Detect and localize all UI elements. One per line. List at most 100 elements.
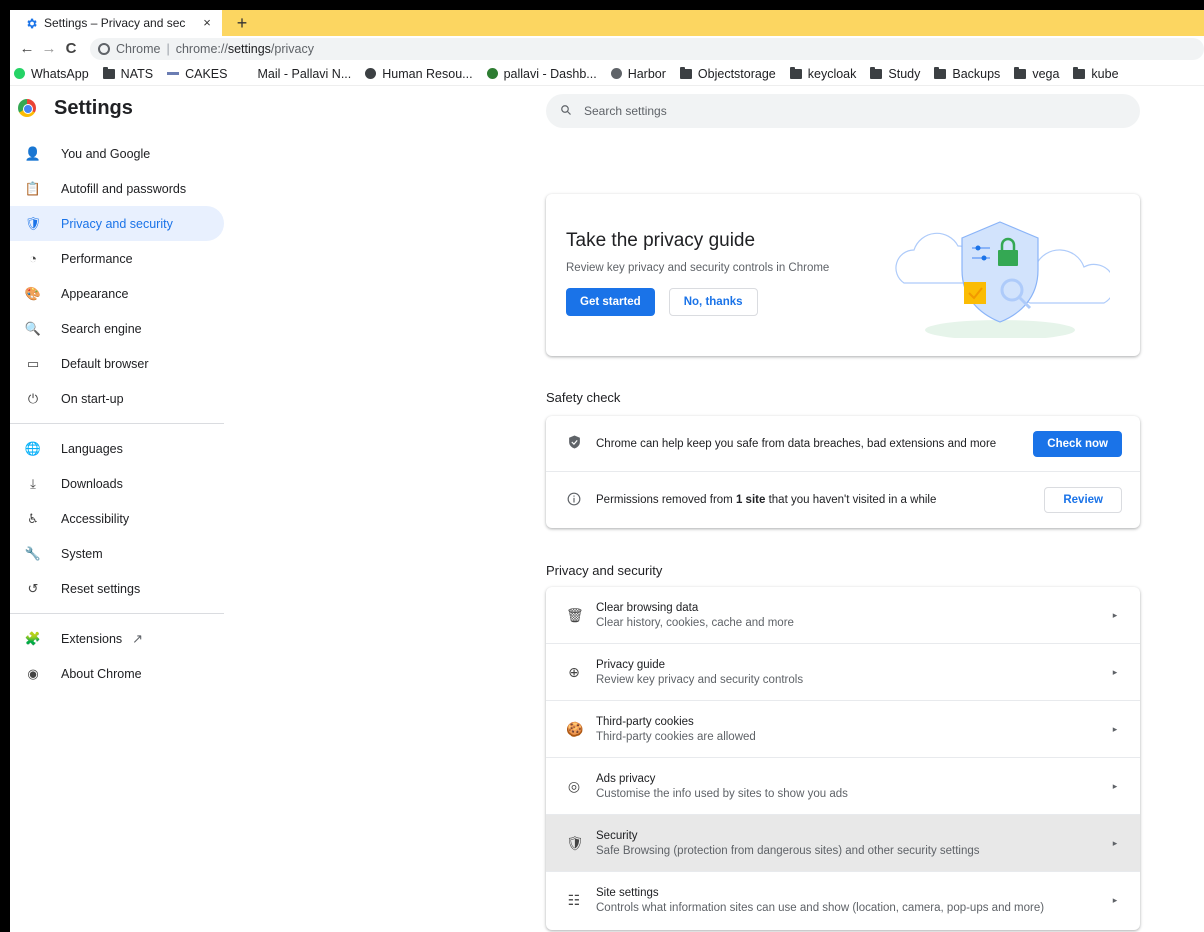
search-input[interactable]: Search settings [546, 94, 1140, 128]
bookmark-1[interactable]: NATS [102, 66, 153, 81]
privacy-item-subtitle: Review key privacy and security controls [596, 673, 804, 686]
bookmark-4[interactable]: Human Resou... [365, 67, 473, 81]
privacy-item-site-settings[interactable]: ☷ Site settings Controls what information … [546, 872, 1140, 929]
new-tab-button[interactable]: + [232, 13, 252, 33]
sidebar-divider [10, 423, 224, 424]
privacy-item-title: Security [596, 829, 638, 842]
settings-main: Search settings Take the privacy guide R… [546, 86, 1140, 930]
shield-check-icon [566, 435, 582, 452]
permissions-row: Permissions removed from 1 site that you… [546, 472, 1140, 528]
close-icon[interactable]: × [200, 16, 214, 30]
privacy-item-title: Third-party cookies [596, 715, 694, 728]
download-icon: ⤓ [30, 475, 36, 491]
back-button[interactable]: ← [16, 38, 38, 60]
chevron-right-icon: ▸ [1112, 723, 1118, 734]
sidebar-item-reset-settings[interactable]: ↺ Reset settings [10, 571, 224, 606]
forward-button[interactable]: → [38, 38, 60, 60]
privacy-item-title: Site settings [596, 887, 659, 899]
bookmark-5[interactable]: pallavi - Dashb... [486, 67, 597, 81]
privacy-item-subtitle: Third-party cookies are allowed [596, 730, 756, 743]
tab-strip: Settings – Privacy and sec × + [10, 10, 1204, 36]
folder-icon [934, 66, 947, 79]
no-thanks-button[interactable]: No, thanks [668, 288, 758, 316]
site-info-chip[interactable]: Chrome [98, 42, 160, 56]
info-icon [566, 492, 582, 509]
privacy-item-third-party-cookies[interactable]: 🍪 Third-party cookies Third-party cookies … [546, 701, 1140, 758]
sidebar-item-label: Autofill and passwords [61, 181, 187, 196]
bookmark-9[interactable]: Study [870, 66, 920, 81]
sidebar-item-label: Languages [61, 441, 123, 456]
bookmark-12[interactable]: kube [1073, 66, 1119, 81]
browser-icon: ▭ [26, 355, 40, 371]
sidebar-item-label: Reset settings [61, 581, 141, 596]
sidebar-item-label: About Chrome [61, 666, 142, 681]
sidebar-item-label: You and Google [61, 146, 151, 161]
sidebar-item-performance[interactable]: ◔ Performance [10, 241, 224, 276]
folder-icon [1073, 66, 1086, 79]
sidebar-item-search-engine[interactable]: 🔍 Search engine [10, 311, 224, 346]
sidebar-item-you-and-google[interactable]: 👤 You and Google [10, 136, 224, 171]
sidebar-nav: 👤 You and Google 📋 Autofill and passwords 🛡 P… [10, 136, 224, 691]
chrome-logo-icon [18, 99, 36, 117]
sidebar-divider [10, 613, 224, 614]
sidebar-item-label: Appearance [61, 286, 129, 301]
sidebar-item-extensions[interactable]: 🧩 Extensions ↗ [10, 621, 224, 656]
sidebar-item-system[interactable]: 🔧 System [10, 536, 224, 571]
bookmark-7[interactable]: Objectstorage [679, 66, 776, 81]
cookie-icon: 🍪 [566, 720, 584, 737]
search-icon: 🔍 [24, 320, 42, 336]
bookmark-0[interactable]: WhatsApp [14, 67, 89, 81]
sidebar-item-downloads[interactable]: ⤓ Downloads [10, 466, 224, 501]
sidebar-item-accessibility[interactable]: ♿ Accessibility [10, 501, 224, 536]
harbor-icon [610, 68, 622, 79]
folder-icon [789, 66, 802, 79]
chevron-right-icon: ▸ [1112, 609, 1118, 620]
address-bar[interactable]: Chrome | chrome://settings/privacy [90, 38, 1204, 60]
folder-icon [1014, 66, 1027, 79]
sidebar-item-default-browser[interactable]: ▭ Default browser [10, 346, 224, 381]
privacy-item-privacy-guide[interactable]: ⊕ Privacy guide Review key privacy and sec… [546, 644, 1140, 701]
shield-icon: 🛡 [566, 834, 584, 851]
reset-icon: ↺ [27, 580, 39, 596]
safety-check-text: Chrome can help keep you safe from data … [596, 437, 997, 450]
browser-window: Settings – Privacy and sec × + ← → C Chr… [10, 10, 1204, 932]
tab-settings[interactable]: Settings – Privacy and sec × [10, 10, 222, 36]
sidebar-item-on-start-up[interactable]: ⏻ On start-up [10, 381, 224, 416]
search-placeholder: Search settings [584, 104, 667, 118]
sidebar-item-label: Extensions [61, 631, 123, 646]
privacy-item-subtitle: Safe Browsing (protection from dangerous… [596, 844, 980, 857]
sidebar-item-appearance[interactable]: 🎨 Appearance [10, 276, 224, 311]
compass-icon: ⊕ [568, 663, 580, 680]
bookmark-6[interactable]: Harbor [610, 67, 666, 81]
reload-button[interactable]: C [60, 38, 82, 60]
sidebar-item-languages[interactable]: 🌐 Languages [10, 431, 224, 466]
review-button[interactable]: Review [1044, 487, 1122, 513]
bookmark-8[interactable]: keycloak [789, 66, 856, 81]
privacy-item-subtitle: Clear history, cookies, cache and more [596, 616, 794, 629]
privacy-item-security[interactable]: 🛡 Security Safe Browsing (protection from … [546, 815, 1140, 872]
bookmark-2[interactable]: CAKES [167, 67, 227, 81]
bookmark-3[interactable]: Mail - Pallavi N... [257, 67, 351, 81]
get-started-button[interactable]: Get started [566, 288, 655, 316]
chrome-icon: ◉ [27, 665, 39, 681]
chevron-right-icon: ▸ [1112, 895, 1118, 905]
bookmark-11[interactable]: vega [1014, 66, 1059, 81]
sidebar-item-label: System [61, 546, 103, 561]
sidebar-item-label: Search engine [61, 321, 142, 336]
sidebar-item-about-chrome[interactable]: ◉ About Chrome [10, 656, 224, 691]
puzzle-icon: 🧩 [24, 630, 42, 646]
sidebar-item-label: Accessibility [61, 511, 130, 526]
bookmark-10[interactable]: Backups [934, 66, 1000, 81]
settings-sidebar: Settings 👤 You and Google 📋 Autofill and pa… [10, 86, 224, 932]
sidebar-item-autofill-and-passwords[interactable]: 📋 Autofill and passwords [10, 171, 224, 206]
privacy-guide-illustration-icon [895, 221, 1110, 338]
folder-icon [679, 66, 692, 79]
check-now-button[interactable]: Check now [1033, 430, 1122, 457]
privacy-item-clear-browsing-data[interactable]: 🗑 Clear browsing data Clear history, cooki… [546, 587, 1140, 644]
permissions-text: Permissions removed from 1 site that you… [596, 494, 937, 506]
privacy-item-ads-privacy[interactable]: ◎ Ads privacy Customise the info used by s… [546, 758, 1140, 815]
shield-icon: 🛡 [24, 215, 42, 231]
trash-icon: 🗑 [566, 606, 584, 623]
sidebar-item-label: Privacy and security [61, 216, 173, 231]
sidebar-item-privacy-and-security[interactable]: 🛡 Privacy and security [10, 206, 224, 241]
